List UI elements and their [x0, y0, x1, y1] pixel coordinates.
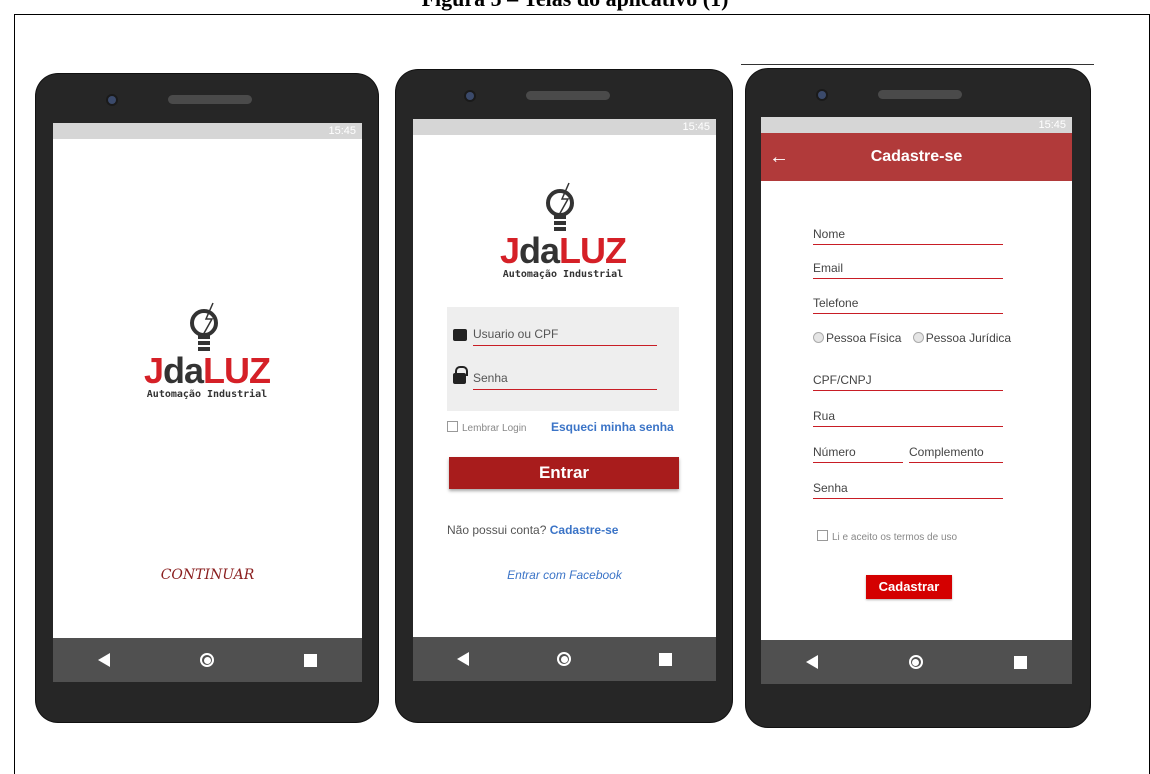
password-field[interactable]: Senha — [813, 481, 1003, 499]
phone-splash: 15:45 JdaLUZ Automação Industrial CONTIN… — [36, 74, 378, 722]
lock-shackle — [455, 366, 468, 376]
android-nav-bar — [53, 638, 362, 682]
speaker — [878, 90, 962, 99]
status-time: 15:45 — [1038, 119, 1066, 131]
android-nav-bar — [761, 640, 1072, 684]
person-type-radio-group: Pessoa Física Pessoa Jurídica — [813, 331, 1011, 345]
phone-field[interactable]: Telefone — [813, 296, 1003, 314]
nav-home-icon[interactable] — [200, 653, 214, 667]
street-field[interactable]: Rua — [813, 409, 1003, 427]
nav-recent-icon[interactable] — [304, 653, 317, 667]
speaker — [526, 91, 610, 100]
app-bar: ← Cadastre-se — [761, 133, 1072, 181]
logo-wordmark: JdaLUZ — [143, 350, 271, 391]
status-bar: 15:45 — [413, 119, 716, 135]
status-time: 15:45 — [328, 125, 356, 137]
app-logo: JdaLUZ Automação Industrial — [137, 301, 277, 400]
status-bar: 15:45 — [761, 117, 1072, 133]
speaker — [168, 95, 252, 104]
app-logo: JdaLUZ Automação Industrial — [493, 181, 633, 280]
front-camera — [466, 92, 474, 100]
signup-screen: 15:45 ← Cadastre-se Nome Email Telefone … — [761, 117, 1072, 684]
signup-link[interactable]: Cadastre-se — [550, 523, 619, 537]
password-input[interactable]: Senha — [473, 371, 657, 390]
number-field[interactable]: Número — [813, 445, 903, 463]
nav-home-icon[interactable] — [908, 655, 923, 669]
page-title: Cadastre-se — [870, 148, 963, 165]
complement-field[interactable]: Complemento — [909, 445, 1003, 463]
forgot-password-link[interactable]: Esqueci minha senha — [551, 420, 674, 434]
signup-prompt: Não possui conta? Cadastre-se — [447, 523, 618, 537]
signup-submit-button[interactable]: Cadastrar — [866, 575, 952, 599]
radio-pessoa-fisica[interactable]: Pessoa Física — [813, 331, 901, 345]
nav-back-icon[interactable] — [98, 653, 110, 667]
remember-login-checkbox[interactable]: Lembrar Login — [447, 421, 526, 434]
logo-subtitle: Automação Industrial — [146, 389, 268, 400]
logo-wordmark: JdaLUZ — [499, 230, 627, 271]
logo-subtitle: Automação Industrial — [502, 269, 624, 280]
nav-recent-icon[interactable] — [1013, 655, 1027, 669]
phone-signup: 15:45 ← Cadastre-se Nome Email Telefone … — [746, 69, 1090, 727]
no-account-text: Não possui conta? — [447, 523, 547, 537]
terms-checkbox[interactable]: Li e aceito os termos de uso — [817, 530, 957, 543]
continue-button[interactable]: CONTINUAR — [53, 567, 362, 583]
login-form-panel — [447, 307, 679, 411]
status-bar: 15:45 — [53, 123, 362, 139]
user-icon — [453, 329, 467, 341]
nav-recent-icon[interactable] — [659, 652, 672, 666]
user-input[interactable]: Usuario ou CPF — [473, 327, 657, 346]
name-field[interactable]: Nome — [813, 227, 1003, 245]
phone-login: 15:45 JdaLUZ Automação Industrial Usuari… — [396, 70, 732, 722]
bulb-logo-icon — [190, 302, 218, 351]
android-nav-bar — [413, 637, 716, 681]
front-camera — [818, 91, 826, 99]
nav-home-icon[interactable] — [557, 652, 571, 666]
front-camera — [108, 96, 116, 104]
facebook-login-link[interactable]: Entrar com Facebook — [413, 568, 716, 582]
nav-back-icon[interactable] — [806, 655, 819, 669]
radio-pessoa-juridica[interactable]: Pessoa Jurídica — [912, 331, 1011, 345]
top-rule — [741, 64, 1094, 65]
figure-caption: Figura 5 – Telas do aplicativo (1) — [0, 0, 1150, 12]
login-screen: 15:45 JdaLUZ Automação Industrial Usuari… — [413, 119, 716, 681]
status-time: 15:45 — [682, 121, 710, 133]
bulb-logo-icon — [546, 182, 574, 231]
cpf-cnpj-field[interactable]: CPF/CNPJ — [813, 373, 1003, 391]
email-field[interactable]: Email — [813, 261, 1003, 279]
nav-back-icon[interactable] — [457, 652, 469, 666]
splash-screen: 15:45 JdaLUZ Automação Industrial CONTIN… — [53, 123, 362, 682]
login-button[interactable]: Entrar — [449, 457, 679, 489]
